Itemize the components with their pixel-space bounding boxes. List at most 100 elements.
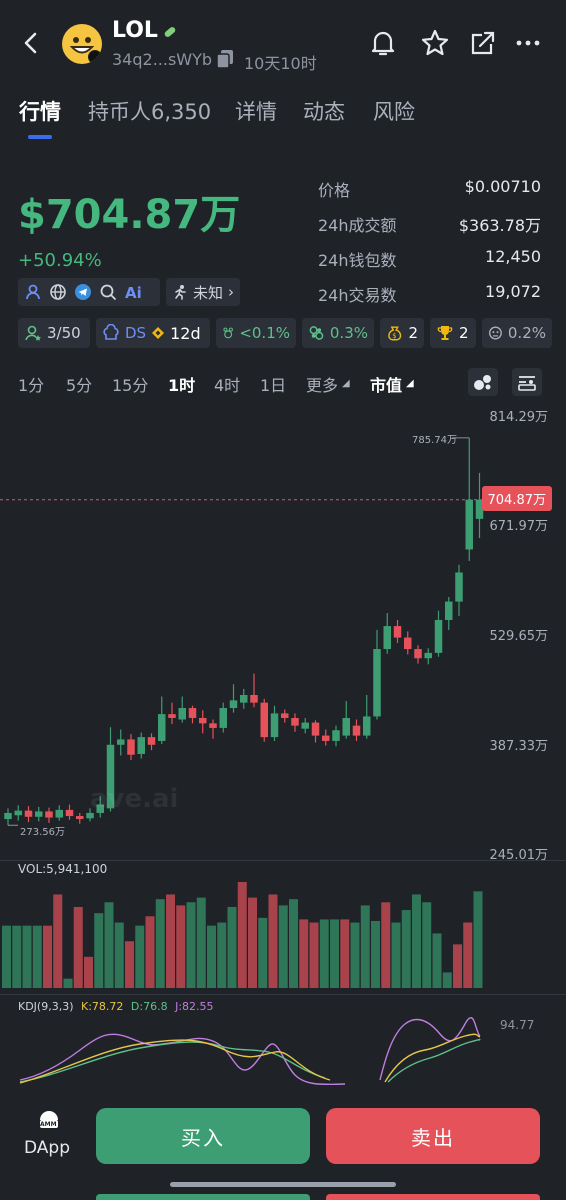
tab-holders[interactable]: 持币人6,350 (88, 96, 211, 126)
ai-icon[interactable]: Ai (124, 283, 146, 301)
timeframe-5m[interactable]: 5分 (66, 372, 92, 396)
runner-tag[interactable]: 未知 › (166, 278, 241, 306)
volume-bar (432, 933, 442, 988)
chip-dev-value: 3/50 (47, 324, 81, 342)
candle (240, 688, 248, 709)
tab-activity[interactable]: 动态 (303, 96, 345, 126)
copy-icon[interactable] (216, 49, 234, 69)
chip-sniper-value: 0.2% (507, 324, 546, 342)
tab-market[interactable]: 行情 (19, 96, 61, 126)
candle (414, 645, 422, 664)
candle (35, 806, 43, 822)
chip-insiders[interactable]: $ 2 (380, 318, 424, 348)
candle-body (342, 717, 350, 736)
volume-bar (381, 902, 391, 988)
alert-bell-button[interactable] (366, 26, 400, 60)
home-indicator (170, 1182, 396, 1187)
candle-body (209, 723, 217, 728)
contract-address[interactable]: 34q2...sWYb (112, 50, 212, 69)
search-icon[interactable] (99, 283, 117, 301)
candle (45, 807, 53, 823)
chip-sniper[interactable]: 0.2% (482, 318, 552, 348)
candle (270, 705, 279, 741)
bundle-icon (309, 326, 324, 340)
candle (465, 437, 473, 561)
volume-bar (422, 902, 432, 988)
candle (301, 717, 309, 734)
chip-bundle[interactable]: 0.3% (302, 318, 374, 348)
sell-button[interactable]: 卖出 (326, 1108, 540, 1164)
user-icon[interactable] (24, 283, 42, 301)
candle (199, 710, 207, 734)
tab-risk[interactable]: 风险 (373, 96, 415, 126)
candle-body (219, 708, 227, 728)
price-change: +50.94% (18, 250, 102, 271)
back-button[interactable] (16, 28, 46, 58)
volume-bar (125, 941, 134, 988)
candle-body (55, 809, 63, 818)
volume-bar (196, 897, 206, 988)
candle (445, 596, 453, 630)
timeframe-more[interactable]: 更多 (306, 372, 338, 396)
mcap-toggle-arrow-icon: ◢ (406, 378, 414, 389)
candle-body (404, 637, 412, 650)
volume-bar (227, 906, 237, 988)
volume-chart (2, 882, 483, 988)
candle (250, 673, 258, 708)
volume-bar (268, 894, 278, 988)
candle-body (414, 649, 422, 659)
chip-dexscreener[interactable]: DS 12d (96, 318, 210, 348)
candle (322, 729, 330, 746)
volume-bar (391, 922, 401, 988)
timeframe-1m[interactable]: 1分 (18, 372, 44, 396)
globe-icon[interactable] (49, 283, 67, 301)
token-name: LOL (112, 18, 158, 43)
candle-body (424, 652, 432, 659)
more-dots-icon (516, 40, 540, 46)
candle (455, 564, 463, 617)
volume-bar (176, 905, 186, 988)
candle-body (147, 737, 156, 745)
token-age: 10天10时 (244, 54, 317, 73)
timeframe-1d[interactable]: 1日 (260, 372, 286, 396)
share-button[interactable] (466, 26, 500, 60)
candle-body (373, 649, 381, 717)
buy-button[interactable]: 买入 (96, 1108, 310, 1164)
candle-body (260, 702, 268, 738)
favorite-button[interactable] (418, 26, 452, 60)
candle (168, 702, 176, 725)
volume-bar (186, 902, 196, 988)
tab-details[interactable]: 详情 (235, 96, 277, 126)
candle-body (434, 619, 443, 653)
candle (137, 732, 145, 759)
binance-icon (152, 327, 165, 339)
stat-label-price: 价格 (318, 181, 351, 200)
timeframe-15m[interactable]: 15分 (112, 372, 148, 396)
chip-dev[interactable]: 3/50 (18, 318, 90, 348)
chart-settings-button[interactable] (512, 368, 542, 396)
mcap-toggle[interactable]: 市值 (370, 372, 402, 396)
chip-trophy[interactable]: 2 (430, 318, 476, 348)
telegram-icon[interactable] (74, 283, 92, 301)
dapp-button[interactable]: AMM DApp (24, 1108, 76, 1164)
candle (373, 629, 381, 720)
indicator-button[interactable] (468, 368, 498, 396)
candlestick-chart[interactable] (0, 400, 566, 870)
volume-bar (84, 956, 93, 988)
candle (291, 713, 299, 732)
candle (188, 705, 197, 724)
timeframe-4h[interactable]: 4时 (214, 372, 240, 396)
more-button[interactable] (512, 26, 546, 60)
current-price-tag: 704.87万 (481, 486, 552, 511)
trophy-icon (437, 326, 453, 340)
timeframe-1h[interactable]: 1时 (168, 372, 195, 396)
candle-body (45, 811, 53, 818)
next-row-buy-peek (96, 1194, 310, 1200)
chip-ds-label: DS (125, 324, 147, 342)
candle-body (168, 714, 176, 718)
chip-top-holders[interactable]: <0.1% (216, 318, 296, 348)
volume-bar (104, 902, 114, 988)
candle-body (352, 725, 361, 736)
volume-bar (22, 925, 32, 988)
divider-kdj (0, 994, 566, 995)
